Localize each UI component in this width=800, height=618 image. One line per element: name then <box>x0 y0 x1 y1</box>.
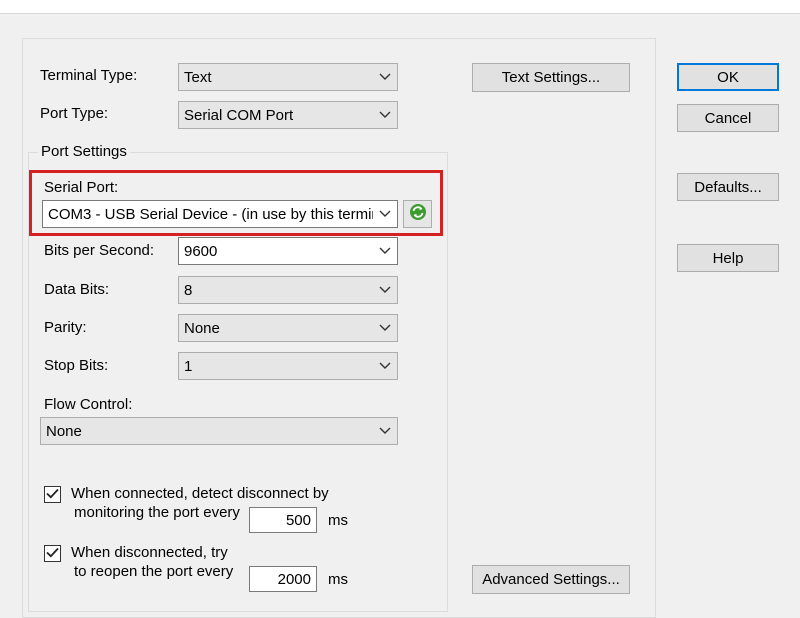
port-type-select[interactable]: Serial COM Port <box>178 101 398 129</box>
chevron-down-icon <box>373 64 397 90</box>
reopen-interval-unit: ms <box>328 571 348 588</box>
flow-control-select[interactable]: None <box>40 417 398 445</box>
reopen-port-text-line2: to reopen the port every <box>74 563 234 580</box>
title-bar <box>0 0 800 14</box>
help-button[interactable]: Help <box>677 244 779 272</box>
monitor-interval-unit: ms <box>328 512 348 529</box>
chevron-down-icon <box>373 353 397 379</box>
reopen-port-checkbox[interactable] <box>44 545 61 562</box>
flow-control-value: None <box>46 422 82 440</box>
parity-value: None <box>184 319 220 337</box>
cancel-button[interactable]: Cancel <box>677 104 779 132</box>
serial-port-label: Serial Port: <box>44 179 119 196</box>
monitor-interval-value: 500 <box>285 511 311 529</box>
reopen-interval-input[interactable]: 2000 <box>249 566 317 592</box>
stop-bits-value: 1 <box>184 357 193 375</box>
chevron-down-icon <box>373 238 397 264</box>
chevron-down-icon <box>373 201 397 227</box>
chevron-down-icon <box>373 418 397 444</box>
stop-bits-select[interactable]: 1 <box>178 352 398 380</box>
ok-button[interactable]: OK <box>677 63 779 91</box>
bits-per-second-select[interactable]: 9600 <box>178 237 398 265</box>
terminal-type-label: Terminal Type: <box>40 67 138 84</box>
terminal-type-value: Text <box>184 68 212 86</box>
stop-bits-label: Stop Bits: <box>44 357 109 374</box>
chevron-down-icon <box>373 315 397 341</box>
data-bits-value: 8 <box>184 281 193 299</box>
detect-disconnect-text-line2: monitoring the port every <box>74 504 240 521</box>
refresh-ports-button[interactable] <box>403 200 432 228</box>
serial-port-select[interactable]: COM3 - USB Serial Device - (in use by th… <box>42 200 398 228</box>
port-type-label: Port Type: <box>40 105 109 122</box>
advanced-settings-button[interactable]: Advanced Settings... <box>472 565 630 594</box>
text-settings-button[interactable]: Text Settings... <box>472 63 630 92</box>
refresh-icon <box>409 203 427 225</box>
checkmark-icon <box>46 486 59 503</box>
flow-control-label: Flow Control: <box>44 396 133 413</box>
parity-select[interactable]: None <box>178 314 398 342</box>
checkmark-icon <box>46 545 59 562</box>
port-type-value: Serial COM Port <box>184 106 294 124</box>
data-bits-label: Data Bits: <box>44 281 110 298</box>
data-bits-select[interactable]: 8 <box>178 276 398 304</box>
bits-per-second-label: Bits per Second: <box>44 242 155 259</box>
serial-port-value: COM3 - USB Serial Device - (in use by th… <box>48 205 373 223</box>
terminal-type-select[interactable]: Text <box>178 63 398 91</box>
bits-per-second-value: 9600 <box>184 242 218 260</box>
reopen-interval-value: 2000 <box>277 570 311 588</box>
monitor-interval-input[interactable]: 500 <box>249 507 317 533</box>
chevron-down-icon <box>373 277 397 303</box>
defaults-button[interactable]: Defaults... <box>677 173 779 201</box>
reopen-port-text-line1: When disconnected, try <box>71 544 228 561</box>
chevron-down-icon <box>373 102 397 128</box>
detect-disconnect-checkbox[interactable] <box>44 486 61 503</box>
parity-label: Parity: <box>44 319 87 336</box>
detect-disconnect-text-line1: When connected, detect disconnect by <box>71 485 329 502</box>
port-settings-group-label: Port Settings <box>38 143 130 161</box>
